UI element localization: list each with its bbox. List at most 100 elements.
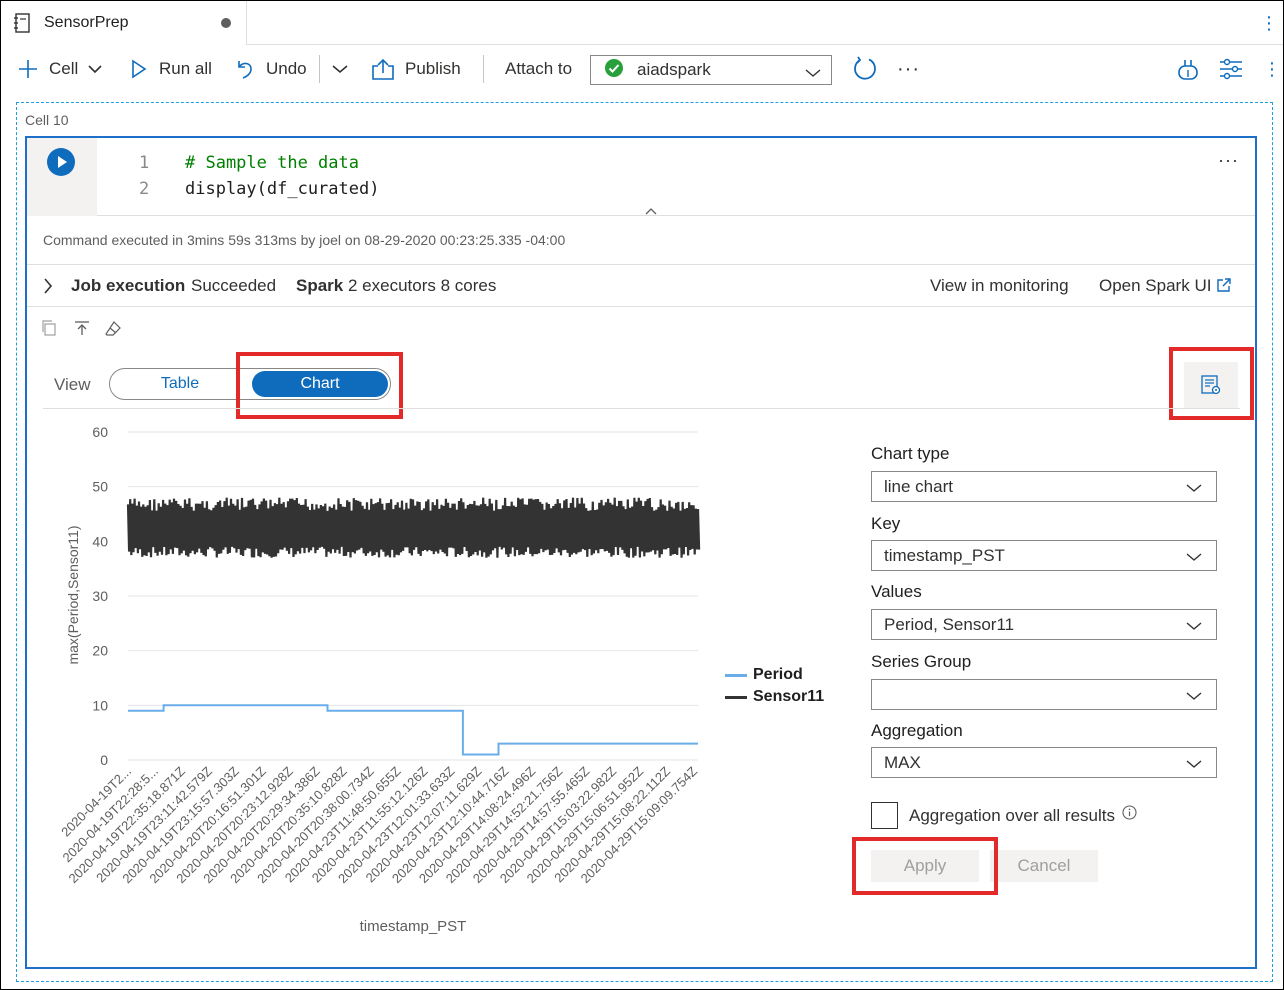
notebook-tab[interactable]: SensorPrep (1, 1, 247, 45)
undo-icon (235, 58, 257, 80)
publish-icon (371, 58, 395, 80)
open-spark-ui-link[interactable]: Open Spark UI (1099, 276, 1211, 296)
view-in-monitoring-link[interactable]: View in monitoring (930, 276, 1069, 296)
view-label: View (54, 375, 91, 394)
aggregation-value: MAX (884, 753, 921, 772)
aggregation-label: Aggregation (871, 721, 963, 740)
chevron-down-icon (332, 64, 348, 74)
cancel-button[interactable]: Cancel (990, 850, 1098, 882)
y-axis-ticks: 0 10 20 30 40 50 60 (92, 424, 108, 768)
values-value: Period, Sensor11 (884, 615, 1015, 634)
publish-button[interactable]: Publish (371, 46, 461, 92)
cell-gutter (27, 138, 97, 216)
y-tick-label: 20 (92, 643, 108, 659)
attach-to-value: aiadspark (637, 60, 711, 79)
cell-more-button[interactable]: ··· (1218, 150, 1239, 171)
chevron-down-icon (1186, 480, 1202, 498)
info-icon[interactable] (1122, 805, 1137, 825)
settings-sliders-icon (1219, 58, 1243, 80)
spark-info: 2 executors 8 cores (348, 276, 497, 295)
flask-icon (1176, 57, 1200, 81)
chevron-down-icon (1186, 756, 1202, 774)
key-label: Key (871, 514, 901, 533)
attach-to-select[interactable]: aiadspark (590, 55, 832, 85)
publish-label: Publish (405, 59, 461, 78)
code-line: # Sample the data (185, 153, 359, 173)
job-execution-label: Job execution (71, 276, 186, 295)
execution-meta: Command executed in 3mins 59s 313ms by j… (43, 232, 566, 248)
series-group-select[interactable] (871, 679, 1217, 710)
line-number: 2 (139, 179, 150, 199)
refresh-button[interactable] (852, 46, 878, 92)
add-cell-label: Cell (49, 59, 79, 78)
notebook-icon (13, 13, 31, 33)
chevron-down-icon (88, 64, 102, 74)
toolbar-separator (319, 55, 320, 83)
undo-dropdown-button[interactable] (332, 46, 348, 92)
y-tick-label: 0 (100, 752, 108, 768)
copy-icon[interactable] (41, 320, 57, 341)
plus-icon (17, 58, 39, 80)
legend-label: Sensor11 (753, 688, 825, 705)
notebook-tab-title: SensorPrep (44, 14, 129, 31)
pin-icon[interactable] (74, 320, 90, 341)
values-select[interactable]: Period, Sensor11 (871, 609, 1217, 640)
view-table-option[interactable]: Table (110, 369, 250, 399)
series-line-period (128, 704, 698, 756)
values-label: Values (871, 582, 922, 601)
toolbar-separator (483, 55, 484, 83)
code-line: display(df_curated) (185, 179, 380, 199)
y-tick-label: 50 (92, 479, 108, 495)
attach-to-label: Attach to (505, 59, 573, 78)
legend-swatch (725, 695, 747, 699)
x-axis-label: timestamp_PST (360, 918, 467, 935)
cell-label: Cell 10 (25, 112, 69, 128)
toolbar-overflow-button[interactable]: ⋮ (1263, 46, 1281, 92)
properties-button[interactable] (1219, 46, 1243, 92)
chevron-down-icon (1186, 549, 1202, 567)
legend-item-sensor11[interactable]: Sensor11 (725, 686, 824, 708)
aggregation-all-label: Aggregation over all results (909, 805, 1137, 826)
chart-type-label: Chart type (871, 444, 950, 463)
run-cell-button[interactable] (47, 148, 75, 176)
eraser-icon[interactable] (105, 320, 121, 341)
divider (43, 408, 1240, 409)
series-line-sensor11 (126, 497, 701, 558)
aggregation-all-checkbox[interactable] (871, 802, 898, 829)
check-circle-icon (605, 58, 623, 82)
y-tick-label: 60 (92, 424, 108, 440)
refresh-icon (852, 56, 878, 82)
chevron-up-icon[interactable] (645, 202, 657, 215)
job-status: Succeeded (191, 276, 277, 295)
code-editor[interactable]: 1 2 # Sample the data display(df_curated… (27, 138, 1255, 216)
line-chart: 0 10 20 30 40 50 60 2020-04-19T2...2020-04-19T… (58, 424, 701, 935)
toolbar-more-button[interactable]: ··· (897, 46, 920, 92)
chart-type-value: line chart (884, 477, 953, 496)
chevron-down-icon (1186, 618, 1202, 636)
legend-swatch (725, 673, 747, 677)
notebook-tab-bar: SensorPrep ⋮ (1, 1, 1283, 45)
undo-label: Undo (266, 59, 307, 78)
legend-label: Period (753, 666, 803, 683)
x-axis-ticks: 2020-04-19T2...2020-04-19T22:28:5...2020… (58, 763, 700, 886)
highlight-box (1169, 347, 1254, 420)
chart-series (126, 497, 701, 756)
variables-button[interactable] (1176, 46, 1200, 92)
external-link-icon[interactable] (1217, 278, 1231, 297)
aggregation-select[interactable]: MAX (871, 747, 1217, 778)
add-cell-button[interactable]: Cell (17, 46, 102, 92)
run-all-label: Run all (159, 59, 212, 78)
undo-button[interactable]: Undo (235, 46, 307, 92)
chevron-down-icon (805, 65, 821, 83)
key-select[interactable]: timestamp_PST (871, 540, 1217, 571)
run-all-button[interactable]: Run all (131, 46, 212, 92)
chevron-right-icon[interactable] (43, 278, 53, 299)
job-status-row: Job execution Succeeded Spark 2 executor… (27, 266, 1255, 306)
tab-bar-more-icon[interactable]: ⋮ (1260, 13, 1279, 34)
unsaved-dot-icon (221, 18, 231, 28)
chevron-down-icon (1186, 688, 1202, 706)
chart-type-select[interactable]: line chart (871, 471, 1217, 502)
play-icon (131, 59, 147, 79)
highlight-box (852, 837, 998, 895)
legend-item-period[interactable]: Period (725, 664, 824, 686)
